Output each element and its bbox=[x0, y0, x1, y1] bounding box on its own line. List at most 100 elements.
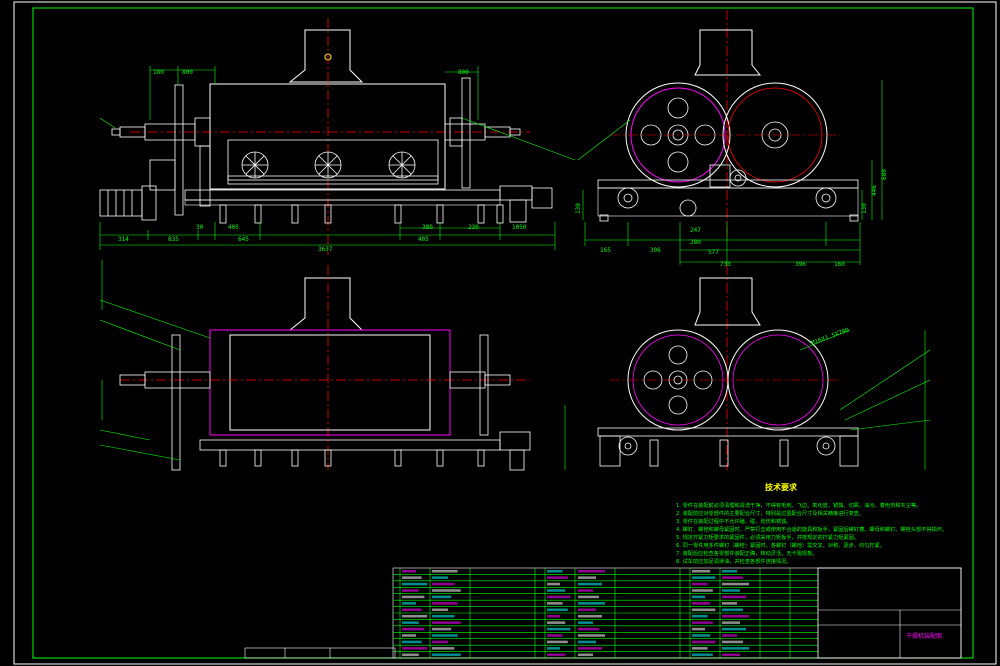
bom-cell-mark bbox=[578, 614, 602, 618]
bom-cell-mark bbox=[432, 640, 448, 644]
bom-cell-mark bbox=[547, 608, 568, 612]
bom-cell-mark bbox=[722, 653, 740, 657]
bom-cell-mark bbox=[432, 576, 448, 579]
bom-cell-mark bbox=[402, 602, 416, 605]
dim-405-a: 405 bbox=[228, 224, 239, 231]
side-dim-160: 160 bbox=[834, 261, 845, 268]
bom-cell-mark bbox=[692, 640, 716, 644]
bom-cell-mark bbox=[722, 634, 737, 637]
dim-380: 380 bbox=[422, 224, 433, 231]
bom-cell-mark bbox=[547, 647, 560, 650]
bom-cell-mark bbox=[432, 647, 455, 650]
bom-cell-mark bbox=[547, 595, 571, 599]
bom-cell-mark bbox=[547, 614, 560, 618]
lower-side-hopper bbox=[694, 277, 761, 326]
bom-cell-mark bbox=[578, 634, 605, 637]
dim-405-b: 405 bbox=[418, 236, 429, 243]
side-dim-165: 165 bbox=[600, 247, 611, 254]
bom-cell-mark bbox=[547, 653, 566, 657]
lower-side-base bbox=[597, 427, 859, 437]
bom-cell-mark bbox=[432, 569, 458, 573]
bom-cell-mark bbox=[722, 640, 743, 644]
bom-cell-mark bbox=[722, 589, 740, 592]
lower-legs bbox=[219, 431, 531, 471]
note-line-1: 1. 零件在装配前必须清理和清洗干净，不得有毛刺、飞边、氧化皮、锈蚀、切屑、油污… bbox=[676, 501, 921, 509]
side-dim-733: 733 bbox=[720, 261, 731, 268]
bom-cell-mark bbox=[722, 608, 743, 612]
bom-cell-mark bbox=[432, 589, 461, 592]
side-dim-680: 680 bbox=[881, 169, 888, 180]
lower-drum-outer bbox=[209, 329, 451, 436]
side-hopper bbox=[694, 29, 762, 76]
bom-cell-mark bbox=[432, 608, 448, 612]
bom-cell-mark bbox=[402, 576, 422, 579]
bom-cell-mark bbox=[578, 576, 596, 579]
drawing-title: 干燥机装配图 bbox=[906, 632, 942, 640]
side-view: 165 396 247 280 577 733 396 160 130 130 … bbox=[575, 10, 888, 268]
bom-cell-mark bbox=[547, 621, 566, 624]
bom-cell-mark bbox=[692, 569, 711, 573]
title-block: 干燥机装配图 bbox=[817, 567, 962, 659]
bom-cell-mark bbox=[402, 621, 419, 624]
bom-cell-mark bbox=[722, 602, 737, 605]
bom-cell-mark bbox=[547, 569, 563, 573]
dim-800-right: 800 bbox=[458, 69, 469, 76]
bom-cell-mark bbox=[692, 582, 708, 586]
lower-drum-inner bbox=[229, 334, 431, 431]
bom-cell-mark bbox=[432, 602, 458, 605]
bom-cell-mark bbox=[692, 614, 708, 618]
side-dim-247: 247 bbox=[690, 227, 701, 234]
side-dim-577: 577 bbox=[708, 249, 719, 256]
dim-800-left: 800 bbox=[182, 69, 193, 76]
bom-cell-mark bbox=[402, 647, 428, 650]
bom-cell-mark bbox=[402, 569, 416, 573]
drawing-canvas: 180 800 800 314 835 30 405 645 380 230 4… bbox=[13, 1, 997, 665]
front-dimensions bbox=[99, 66, 576, 250]
bom-cell-mark bbox=[692, 653, 713, 657]
lower-base bbox=[199, 439, 501, 451]
bom-cell-mark bbox=[432, 653, 461, 657]
side-feet bbox=[599, 164, 859, 222]
bom-cell-mark bbox=[578, 602, 605, 605]
bom-cell-mark bbox=[432, 627, 452, 631]
bom-cell-mark bbox=[402, 582, 428, 586]
technical-notes: 技术要求 1. 零件在装配前必须清理和清洗干净，不得有毛刺、飞边、氧化皮、锈蚀、… bbox=[676, 482, 947, 565]
base-legs bbox=[219, 204, 504, 224]
discharge-unit bbox=[499, 185, 553, 223]
bom-cell-mark bbox=[547, 576, 568, 579]
note-line-4: 4. 螺钉、螺栓和螺母紧固时，严禁打击或使用不合适的旋具和扳手，紧固后螺钉槽、螺… bbox=[676, 525, 947, 533]
bom-cell-mark bbox=[547, 634, 563, 637]
drive-motor bbox=[99, 159, 176, 221]
bom-cell-mark bbox=[722, 621, 740, 624]
bom-cell-mark bbox=[402, 640, 422, 644]
bom-cell-mark bbox=[578, 595, 599, 599]
bom-cell-mark bbox=[578, 627, 599, 631]
bom-cell-mark bbox=[402, 595, 425, 599]
side-dim-280: 280 bbox=[690, 239, 701, 246]
bom-cell-mark bbox=[722, 627, 746, 631]
side-dim-130-left: 130 bbox=[575, 203, 582, 214]
bom-cell-mark bbox=[547, 627, 571, 631]
bom-cell-mark bbox=[578, 640, 596, 644]
bom-cell-mark bbox=[722, 569, 737, 573]
side-dim-446: 446 bbox=[871, 185, 878, 196]
lower-side-view: M16X1.5X790 bbox=[597, 265, 931, 470]
bom-cell-mark bbox=[402, 634, 416, 637]
bom-cell-mark bbox=[692, 589, 713, 592]
bom-cell-mark bbox=[402, 589, 419, 592]
bom-cell-mark bbox=[692, 602, 711, 605]
parts-list-table bbox=[392, 567, 962, 659]
bom-cell-mark bbox=[692, 621, 713, 624]
dim-3637: 3637 bbox=[318, 246, 333, 253]
dim-1050: 1050 bbox=[512, 224, 527, 231]
side-dim-130-right: 130 bbox=[861, 203, 868, 214]
bom-cell-mark bbox=[547, 602, 563, 605]
lower-side-feet bbox=[599, 435, 859, 467]
bom-cell-mark bbox=[432, 614, 455, 618]
bom-cell-mark bbox=[722, 614, 749, 618]
front-view: 180 800 800 314 835 30 405 645 380 230 4… bbox=[99, 18, 576, 255]
bom-cell-mark bbox=[402, 627, 425, 631]
bom-cell-mark bbox=[722, 576, 743, 579]
bom-cell-mark bbox=[432, 582, 455, 586]
note-line-6: 6. 同一零件用多件螺钉（螺栓）紧固时，各螺钉（螺栓）需交叉、对称、逐步、均匀拧… bbox=[676, 541, 885, 549]
